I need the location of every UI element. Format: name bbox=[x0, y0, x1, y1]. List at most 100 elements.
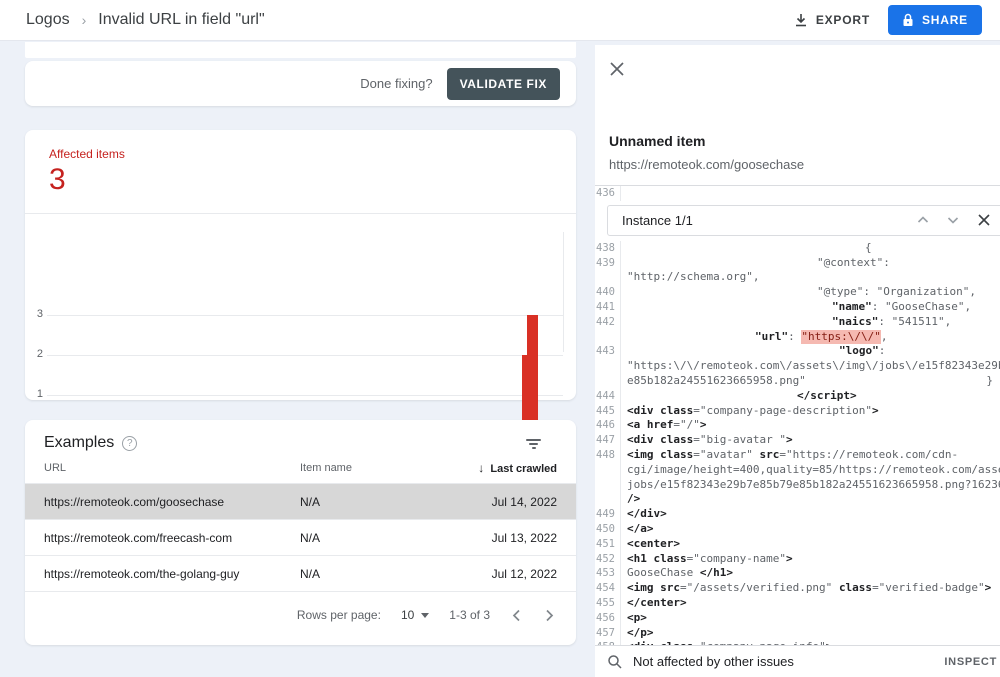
lock-icon bbox=[902, 13, 914, 27]
breadcrumb-current: Invalid URL in field "url" bbox=[98, 11, 265, 28]
code-token: > bbox=[699, 418, 707, 432]
code-line: 436 bbox=[595, 186, 1000, 201]
y-axis-tick-label: 2 bbox=[36, 348, 43, 360]
line-number: 442 bbox=[595, 314, 621, 330]
code-token: ="company-name" bbox=[686, 551, 786, 565]
line-number: 448 bbox=[595, 447, 621, 463]
row-item-name: N/A bbox=[300, 530, 321, 545]
previous-instance-icon[interactable] bbox=[916, 213, 930, 227]
code-line: 456 <p> bbox=[595, 610, 1000, 626]
affected-items-chart: 32104/16/225/1/225/15/225/29/226/12/226/… bbox=[25, 213, 576, 459]
filter-icon[interactable] bbox=[526, 437, 541, 449]
share-label: SHARE bbox=[921, 13, 968, 27]
close-panel-icon[interactable] bbox=[607, 59, 629, 81]
panel-footer: Not affected by other issues INSPECT bbox=[595, 645, 1000, 677]
code-token: class bbox=[838, 581, 873, 595]
source-code-viewer[interactable]: 436 Instance 1/1 438 {439 "@context": "http… bbox=[595, 186, 1000, 677]
column-header-item-name[interactable]: Item name bbox=[300, 462, 450, 474]
row-url: https://remoteok.com/freecash-com bbox=[44, 530, 233, 545]
table-row[interactable]: https://remoteok.com/freecash-com N/A Jul … bbox=[25, 520, 576, 556]
item-detail-panel: Unnamed item https://remoteok.com/goosec… bbox=[595, 45, 1000, 677]
affected-items-count: 3 bbox=[49, 163, 66, 196]
code-token: > bbox=[785, 433, 793, 447]
code-token: > bbox=[872, 403, 879, 417]
table-pagination: Rows per page: 10 1-3 of 3 bbox=[25, 592, 576, 638]
help-icon[interactable]: ? bbox=[122, 435, 138, 451]
row-item-name: N/A bbox=[300, 494, 321, 509]
code-line: 443 "logo": bbox=[595, 344, 1000, 360]
code-token: <img class bbox=[627, 447, 694, 461]
table-row[interactable]: https://remoteok.com/goosechase N/A Jul 14… bbox=[25, 484, 576, 520]
examples-card: Examples ? URL Item name ↓ Last crawled … bbox=[25, 420, 576, 645]
column-header-last-crawled[interactable]: ↓ Last crawled bbox=[450, 461, 557, 475]
code-line: 451 <center> bbox=[595, 536, 1000, 552]
table-row[interactable]: https://remoteok.com/the-golang-guy N/A Ju… bbox=[25, 556, 576, 592]
item-url: https://remoteok.com/goosechase bbox=[609, 157, 805, 172]
line-number: 439 bbox=[595, 255, 621, 271]
breadcrumb-separator-icon: › bbox=[81, 12, 87, 28]
rows-per-page-label: Rows per page: bbox=[296, 608, 381, 622]
column-header-url[interactable]: URL bbox=[44, 462, 300, 474]
breadcrumb-parent[interactable]: Logos bbox=[26, 11, 70, 29]
code-line: e85b182a24551623665958.png"} bbox=[595, 373, 1000, 389]
inspect-link[interactable]: INSPECT bbox=[944, 656, 997, 668]
code-token: "name" bbox=[832, 299, 872, 313]
chart-gridline bbox=[47, 315, 563, 316]
chart-bar[interactable] bbox=[532, 315, 539, 435]
next-instance-icon[interactable] bbox=[946, 213, 960, 227]
code-token: <center> bbox=[627, 536, 680, 550]
close-instance-icon[interactable] bbox=[976, 212, 992, 228]
code-token: > bbox=[785, 551, 793, 565]
code-line: 450 </a> bbox=[595, 521, 1000, 537]
code-line: 447 <div class ="big-avatar " > bbox=[595, 433, 1000, 448]
code-line: 449 </div> bbox=[595, 507, 1000, 522]
validate-fix-button[interactable]: VALIDATE FIX bbox=[446, 67, 560, 100]
code-token: "naics" bbox=[832, 314, 879, 328]
code-token: <div class bbox=[627, 403, 694, 417]
code-token: : "GooseChase", bbox=[871, 299, 972, 313]
code-line: 446 <a href ="/" > bbox=[595, 418, 1000, 434]
code-token: > bbox=[984, 581, 992, 595]
code-token: : bbox=[878, 344, 886, 358]
line-number: 451 bbox=[595, 536, 621, 552]
previous-page-button[interactable] bbox=[510, 607, 523, 624]
line-number: 452 bbox=[595, 551, 621, 567]
row-last-crawled: Jul 13, 2022 bbox=[491, 530, 557, 545]
line-number: 455 bbox=[595, 595, 621, 611]
code-line: 455 </center> bbox=[595, 595, 1000, 611]
sort-descending-icon: ↓ bbox=[478, 461, 485, 475]
code-token: <a href bbox=[627, 418, 674, 432]
line-number bbox=[595, 373, 621, 389]
line-number: 438 bbox=[595, 240, 621, 256]
line-number: 443 bbox=[595, 344, 621, 360]
code-line: 441 "name": "GooseChase", bbox=[595, 299, 1000, 315]
other-issues-status: Not affected by other issues bbox=[633, 654, 794, 669]
code-token: { bbox=[865, 240, 872, 254]
line-number: 450 bbox=[595, 521, 621, 537]
code-line: "url": "https:\/\/", bbox=[595, 329, 1000, 345]
rows-per-page-select[interactable]: 10 bbox=[401, 608, 430, 622]
code-token: <img src bbox=[627, 581, 680, 595]
code-line: 438 { bbox=[595, 240, 1000, 256]
line-number: 454 bbox=[595, 581, 621, 596]
row-item-name: N/A bbox=[300, 566, 321, 581]
export-label: EXPORT bbox=[815, 13, 870, 27]
chart-gridline bbox=[47, 395, 563, 396]
share-button[interactable]: SHARE bbox=[887, 5, 982, 35]
topbar-actions: EXPORT SHARE bbox=[794, 5, 1000, 35]
code-token: </h1> bbox=[699, 566, 733, 580]
code-token: src bbox=[759, 447, 780, 461]
export-button[interactable]: EXPORT bbox=[794, 13, 870, 27]
pagination-range: 1-3 of 3 bbox=[449, 608, 490, 622]
row-url: https://remoteok.com/goosechase bbox=[44, 494, 225, 509]
next-page-button[interactable] bbox=[543, 607, 556, 624]
code-line: jobs/e15f82343e29b7e85b79e85b182a2455162… bbox=[595, 477, 1000, 493]
y-axis-tick-label: 3 bbox=[36, 308, 43, 320]
code-token: ="avatar" bbox=[693, 447, 760, 461]
instance-navigator: Instance 1/1 bbox=[607, 204, 1000, 236]
top-header: Logos › Invalid URL in field "url" EXPOR… bbox=[0, 0, 1000, 41]
code-token: e85b182a24551623665958.png" bbox=[627, 373, 806, 387]
code-line: 448 <img class ="avatar" src ="https://remo… bbox=[595, 447, 1000, 463]
code-token: ="big-avatar " bbox=[693, 433, 786, 447]
